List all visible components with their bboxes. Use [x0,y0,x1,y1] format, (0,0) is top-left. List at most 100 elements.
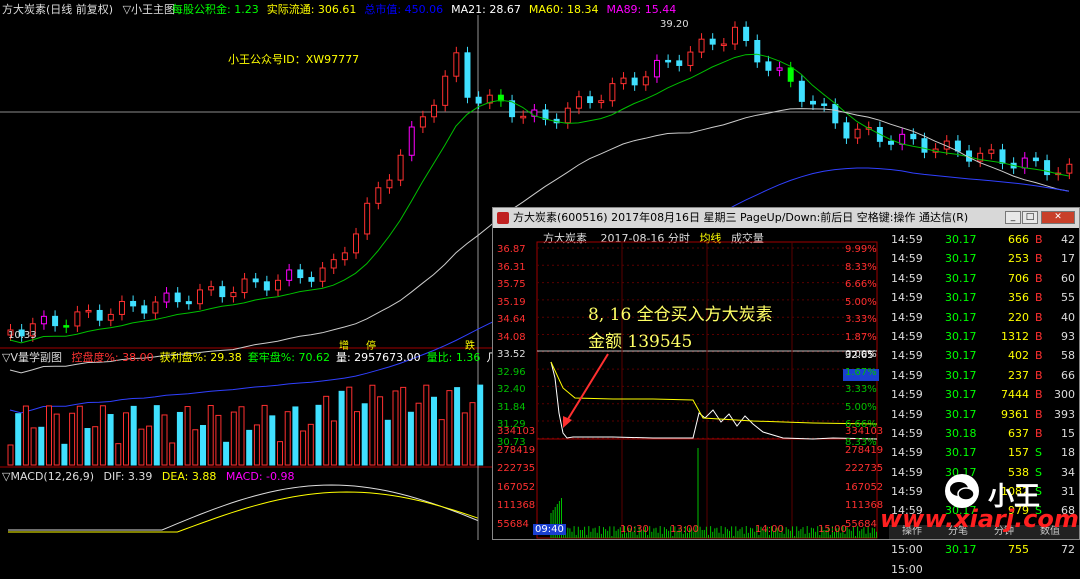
candle [297,269,304,279]
volume-bar [153,405,160,466]
tick-side: B [1035,252,1043,266]
tick-num: 66 [1061,368,1075,382]
high-marker: 39.20 [660,19,689,30]
tick-row[interactable]: 15:00 [889,560,1079,579]
macd-dea: DEA: 3.88 [161,470,217,483]
tick-vol: 666 [1008,233,1029,246]
tick-price: 30.17 [945,233,977,246]
tick-side: B [1035,310,1043,324]
candle [642,76,649,86]
volume-bar [46,405,52,466]
volume-bar [76,405,83,466]
tick-time: 14:59 [891,291,923,305]
price-axis-label: 34.64 [497,314,526,325]
volume-bar [438,419,445,466]
close-button[interactable]: ✕ [1041,211,1075,224]
tick-price: 30.17 [945,543,977,557]
price-axis-label: 36.87 [497,244,526,255]
volume-bar [392,390,399,466]
candle [319,267,326,282]
signal-die: 跌 [465,341,475,352]
indicator-row: 每股公积金: 1.23 实际流通: 306.61 总市值: 450.06 MA21: … [172,3,684,16]
tick-row[interactable]: 14:59 30.17 237 B 66 [889,366,1079,385]
tick-side: B [1035,426,1043,440]
volume-bar [22,405,29,466]
tick-row[interactable]: 14:59 30.17 402 B 58 [889,346,1079,365]
macd-title[interactable]: ▽MACD(12,26,9) [2,470,94,483]
time-axis-label: 09:40 [533,524,566,535]
tick-price: 30.17 [945,446,977,460]
tick-row[interactable]: 14:59 30.17 356 B 55 [889,288,1079,307]
main-chart-title[interactable]: 方大炭素(日线 前复权) [2,3,113,16]
candle [720,43,727,46]
tick-row[interactable]: 14:59 30.17 220 B 40 [889,308,1079,327]
candle [252,278,259,283]
volume-axis-label: 167052 [497,481,536,493]
pct-axis-label: 1.87% [845,331,877,343]
annotation-arrow [564,353,609,425]
volume-field-1: 获利盘%: 29.38 [159,351,242,364]
price-axis-label: 31.84 [497,401,526,413]
candle [743,26,750,41]
intraday-avg-line [550,361,878,425]
maximize-button[interactable]: □ [1022,211,1038,224]
tick-price: 30.17 [945,368,977,382]
price-axis-label: 34.08 [497,331,526,343]
tick-side: B [1035,388,1043,402]
volume-bar [123,412,129,466]
indicator-5: MA89: 15.44 [606,3,677,16]
volume-bar [107,414,114,466]
tick-time: 14:59 [891,271,923,285]
tick-row[interactable]: 14:59 30.17 538 S 34 [889,463,1079,482]
tick-row[interactable]: 15:00 30.17 755 72 [889,540,1079,559]
candle [330,259,337,269]
tick-row[interactable]: 14:59 30.17 157 S 18 [889,443,1079,462]
pct-axis-label: 5.00% [845,401,877,413]
tick-row[interactable]: 14:59 30.17 666 B 42 [889,230,1079,249]
candle [1021,157,1028,169]
tick-row[interactable]: 14:59 30.18 637 B 15 [889,424,1079,443]
volume-bar [84,428,91,466]
volume-bar [192,429,199,466]
tick-row[interactable]: 14:5930.171082S31 [889,482,1079,501]
popup-title-bar[interactable]: 方大炭素(600516) 2017年08月16日 星期三 PageUp/Down… [493,208,1079,228]
tick-row[interactable]: 14:59 30.17 9361 B 393 [889,405,1079,424]
tick-row[interactable]: 14:59 30.17 7444 B 300 [889,385,1079,404]
tick-num: 300 [1054,388,1075,402]
volume-bar [323,395,330,466]
volume-panel-title[interactable]: ▽V量学副图 [2,351,62,364]
tick-time: 15:00 [891,543,923,557]
candle [341,252,348,261]
volume-bar [115,443,122,466]
volume-bar [253,424,260,466]
tick-row[interactable]: 14:59 30.17 1312 B 93 [889,327,1079,346]
tick-row[interactable]: 14:59 30.17 706 B 60 [889,269,1079,288]
main-chart-selector[interactable]: ▽小王主图 [123,3,175,16]
price-axis-label: 35.75 [497,279,526,290]
tick-row[interactable]: 14:59 30.17 253 B 17 [889,249,1079,268]
tick-time: 14:59 [891,310,923,324]
minimize-button[interactable]: _ [1005,211,1021,224]
volume-bar [238,406,245,466]
tick-time: 14:59 [891,368,923,382]
tick-vol: 7444 [1001,388,1029,402]
current-price-tag: 32.65 [845,350,874,361]
tick-vol: 253 [1008,252,1029,266]
price-axis-label: 33.52 [497,349,526,360]
volume-bar [346,386,353,466]
candle [787,67,794,82]
candle [464,52,471,98]
tick-price: 30.17 [945,271,977,285]
candle [731,26,738,45]
indicator-3: MA21: 28.67 [451,3,521,16]
candle [821,103,828,106]
tick-vol: 237 [1008,368,1029,382]
volume-axis-label-right: 55684 [845,518,877,530]
candle [397,154,404,181]
volume-bar [146,425,153,466]
candle [152,301,159,314]
volume-bar [300,430,307,466]
volume-axis-label-right: 111368 [845,500,884,511]
candle [888,140,895,145]
candle [988,149,995,154]
